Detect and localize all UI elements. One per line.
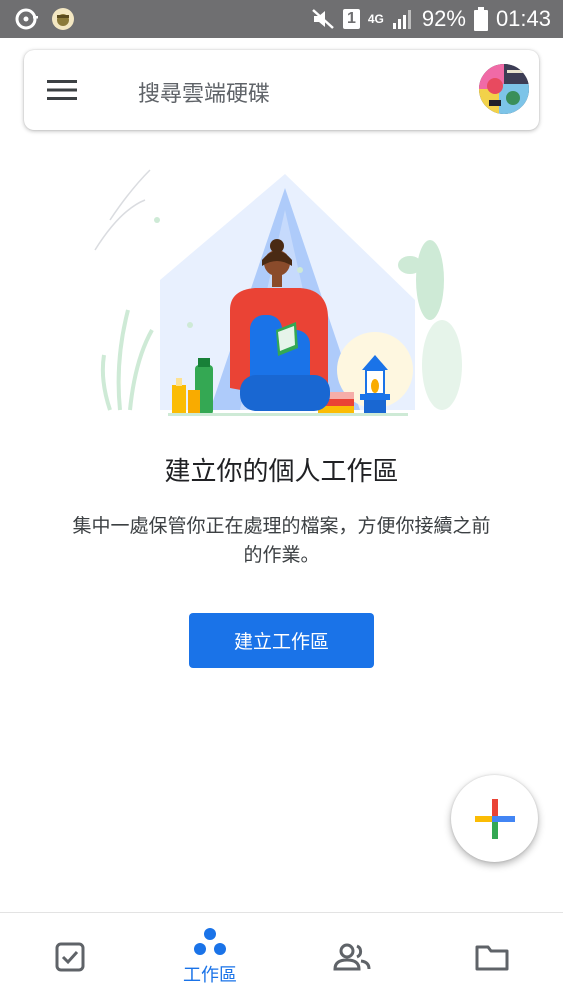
search-bar[interactable]: 搜尋雲端硬碟	[24, 50, 539, 130]
hamburger-menu-icon	[47, 80, 77, 100]
priority-check-icon	[55, 942, 85, 972]
nav-label-workspaces: 工作區	[183, 965, 237, 986]
status-bar: 1 4G 92% 01:43	[0, 0, 563, 38]
workspace-illustration	[90, 160, 480, 420]
empty-state-title: 建立你的個人工作區	[164, 457, 399, 487]
sim-indicator: 1	[342, 9, 360, 29]
tent-reading-illustration	[94, 169, 462, 416]
nav-item-priority[interactable]	[0, 913, 140, 1000]
menu-button[interactable]	[40, 70, 84, 110]
search-input[interactable]: 搜尋雲端硬碟	[138, 76, 270, 108]
clock: 01:43	[495, 6, 551, 31]
disc-notification-icon	[15, 8, 38, 30]
signal-icon	[392, 10, 411, 29]
network-type: 4G	[367, 12, 384, 26]
files-folder-icon	[475, 945, 509, 971]
nav-item-files[interactable]	[422, 913, 562, 1000]
empty-state-description: 集中一處保管你正在處理的檔案，方便你接續之前的作業。	[72, 515, 491, 566]
battery-icon	[473, 7, 488, 31]
bottom-navigation: 工作區	[0, 912, 563, 1000]
app-notification-icon	[52, 8, 74, 30]
create-workspace-button[interactable]: 建立工作區	[189, 613, 374, 668]
shared-people-icon	[333, 943, 371, 971]
avatar[interactable]	[479, 64, 529, 114]
nav-item-shared[interactable]	[282, 913, 422, 1000]
battery-percent: 92%	[421, 6, 466, 31]
plus-icon	[474, 798, 515, 839]
new-item-fab[interactable]	[451, 775, 538, 862]
workspaces-icon	[194, 928, 226, 955]
account-avatar-icon	[479, 64, 529, 114]
mute-icon	[312, 9, 334, 29]
nav-item-workspaces[interactable]: 工作區	[140, 913, 280, 1000]
